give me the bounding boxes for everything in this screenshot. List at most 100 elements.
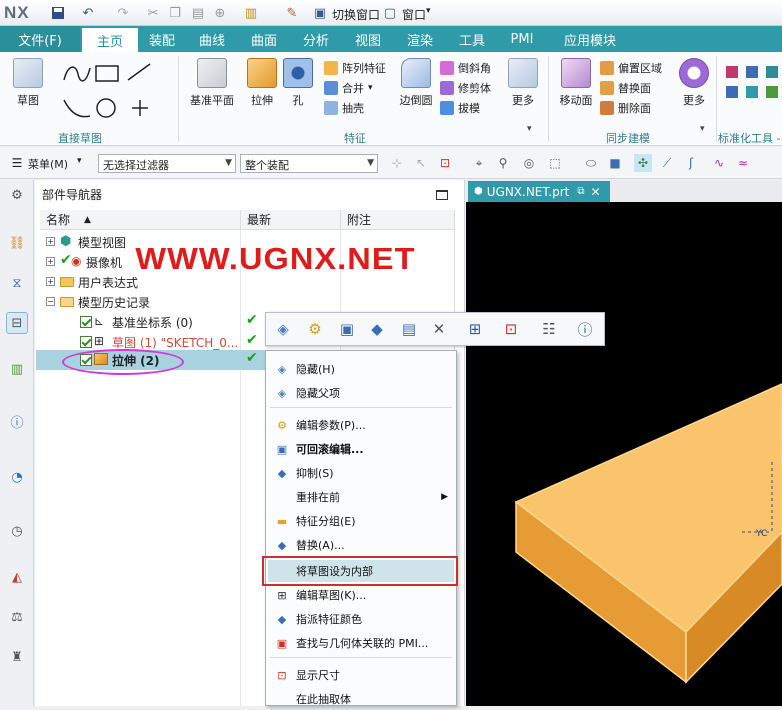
menu-item-feature-group[interactable]: ▬ 特征分组(E): [268, 510, 454, 532]
point-type-icon[interactable]: ⊡: [436, 154, 454, 172]
visibility-checkbox[interactable]: [80, 316, 92, 328]
expand-icon[interactable]: +: [46, 237, 55, 246]
menu-item-replace[interactable]: ◆ 替换(A)...: [268, 534, 454, 556]
menu-item-suppress[interactable]: ◆ 抑制(S): [268, 462, 454, 484]
cut-icon[interactable]: ✂: [145, 5, 161, 21]
process-studio-icon[interactable]: ⚖: [6, 606, 28, 628]
move-face-button[interactable]: 移动面: [554, 56, 598, 108]
menu-item-extract-body[interactable]: 在此抽取体: [268, 688, 454, 710]
select-arrow-icon[interactable]: ↖: [412, 154, 430, 172]
column-header-note[interactable]: 附注: [340, 210, 454, 230]
shell-button[interactable]: 抽壳: [324, 98, 396, 118]
datum-plane-button[interactable]: 基准平面: [186, 56, 238, 108]
sketch-button[interactable]: 草图: [6, 56, 50, 108]
mini-reorder-icon[interactable]: ▤: [398, 318, 420, 340]
menu-item-find-pmi[interactable]: ▣ 查找与几何体关联的 PMI...: [268, 632, 454, 654]
extrude-quick-icon[interactable]: ▥: [243, 5, 259, 21]
menu-item-edit-params[interactable]: ⚙ 编辑参数(P)...: [268, 414, 454, 436]
body-icon[interactable]: ⬭: [582, 154, 600, 172]
column-header-latest[interactable]: 最新: [240, 210, 340, 230]
window-icon[interactable]: ▢: [382, 5, 398, 21]
tab-part-file[interactable]: ⬢ UGNX.NET.prt ⧉ ✕: [468, 181, 610, 202]
menu-item-hide[interactable]: ◈ 隐藏(H): [268, 358, 454, 380]
select-target-icon[interactable]: ◎: [520, 154, 538, 172]
mini-delete-icon[interactable]: ✕: [428, 318, 450, 340]
trim-body-button[interactable]: 修剪体: [440, 78, 512, 98]
detach-icon[interactable]: ⧉: [577, 186, 584, 197]
snap-spline-icon[interactable]: ≈: [734, 154, 752, 172]
snap-curve-icon[interactable]: ʃ: [682, 154, 700, 172]
constraint-navigator-icon[interactable]: ⧖: [6, 272, 28, 294]
more-sync-dropdown-icon[interactable]: ▾: [700, 124, 705, 134]
mini-edit-sketch-icon[interactable]: ⊞: [464, 318, 486, 340]
menu-button[interactable]: 菜单(M): [28, 156, 68, 172]
tab-curve[interactable]: 曲线: [190, 26, 234, 52]
tab-file[interactable]: 文件(F): [0, 26, 80, 52]
close-icon[interactable]: ✕: [591, 185, 601, 199]
palette-icon[interactable]: ◔: [6, 466, 28, 488]
undo-icon[interactable]: ↶: [80, 5, 96, 21]
menu-icon[interactable]: ☰: [8, 154, 26, 172]
more-sync-button[interactable]: 更多: [674, 56, 714, 108]
save-icon[interactable]: [50, 5, 66, 21]
column-header-name[interactable]: 名称 ▲: [40, 210, 240, 230]
reuse-library-icon[interactable]: ▥: [6, 358, 28, 380]
maximize-icon[interactable]: [436, 190, 448, 200]
collapse-icon[interactable]: −: [46, 297, 55, 306]
tab-analysis[interactable]: 分析: [294, 26, 338, 52]
gear-icon[interactable]: ⚙: [6, 184, 28, 206]
menu-item-hide-parents[interactable]: ◈ 隐藏父项: [268, 382, 454, 404]
tab-pmi[interactable]: PMI: [500, 26, 544, 52]
menu-item-reorder-before[interactable]: 重排在前 ▶: [268, 486, 454, 508]
roles-icon[interactable]: ♜: [6, 646, 28, 668]
history-clock-icon[interactable]: ◷: [6, 520, 28, 542]
replace-face-button[interactable]: 替换面: [600, 78, 672, 98]
mini-info-icon[interactable]: ⓘ: [574, 318, 596, 340]
tab-home[interactable]: 主页: [82, 26, 138, 52]
snap-line-icon[interactable]: ⟋: [658, 154, 676, 172]
mini-list-icon[interactable]: ☷: [538, 318, 560, 340]
copy-icon[interactable]: ❐: [167, 5, 183, 21]
unite-dropdown-icon[interactable]: ▾: [368, 83, 373, 93]
select-feature-icon[interactable]: ⚲: [494, 154, 512, 172]
snap-icon[interactable]: ⊹: [388, 154, 406, 172]
snap-end-icon[interactable]: ✣: [634, 154, 652, 172]
menu-item-feature-color[interactable]: ◆ 指派特征颜色: [268, 608, 454, 630]
mini-show-dims-icon[interactable]: ⊡: [500, 318, 522, 340]
switch-window-label[interactable]: 切换窗口: [332, 6, 380, 23]
tab-view[interactable]: 视图: [346, 26, 390, 52]
web-browser-icon[interactable]: ⓘ: [6, 410, 28, 432]
more-feature-button[interactable]: 更多: [504, 56, 542, 108]
delete-face-button[interactable]: 删除面: [600, 98, 672, 118]
menu-item-edit-sketch[interactable]: ⊞ 编辑草图(K)...: [268, 584, 454, 606]
chamfer-button[interactable]: 倒斜角: [440, 58, 512, 78]
menu-item-rollback-edit[interactable]: ▣ 可回滚编辑...: [268, 438, 454, 460]
paste-special-icon[interactable]: ⊕: [212, 5, 228, 21]
window-menu-label[interactable]: 窗口: [402, 6, 426, 23]
edge-blend-button[interactable]: 边倒圆: [394, 56, 438, 108]
redo-icon[interactable]: ↷: [115, 5, 131, 21]
select-box-icon[interactable]: ⬚: [546, 154, 564, 172]
mini-edit-params-icon[interactable]: ⚙: [304, 318, 326, 340]
sketch-pen-icon[interactable]: ✎: [284, 5, 300, 21]
unite-button[interactable]: 合并 ▾: [324, 78, 396, 98]
tab-assembly[interactable]: 装配: [140, 26, 184, 52]
mini-rollback-icon[interactable]: ▣: [336, 318, 358, 340]
select-by-icon[interactable]: ⌖: [470, 154, 488, 172]
menu-item-show-dims[interactable]: ⊡ 显示尺寸: [268, 664, 454, 686]
offset-region-button[interactable]: 偏置区域: [600, 58, 672, 78]
system-materials-icon[interactable]: ◭: [6, 566, 28, 588]
visibility-checkbox[interactable]: [80, 336, 92, 348]
window-dropdown-icon[interactable]: ▾: [426, 6, 431, 16]
selection-filter-dropdown[interactable]: 无选择过滤器 ▼: [98, 154, 236, 173]
std-tools-icons[interactable]: [722, 62, 782, 122]
mini-suppress-icon[interactable]: ◆: [366, 318, 388, 340]
tree-row-model-history[interactable]: − 模型历史记录: [36, 292, 454, 312]
mini-hide-icon[interactable]: ◈: [272, 318, 294, 340]
pattern-feature-button[interactable]: 阵列特征: [324, 58, 396, 78]
tab-surface[interactable]: 曲面: [242, 26, 286, 52]
graphics-viewport[interactable]: YC: [466, 202, 782, 706]
expand-icon[interactable]: +: [46, 277, 55, 286]
paste-icon[interactable]: ▤: [190, 5, 206, 21]
draft-button[interactable]: 拔模: [440, 98, 512, 118]
